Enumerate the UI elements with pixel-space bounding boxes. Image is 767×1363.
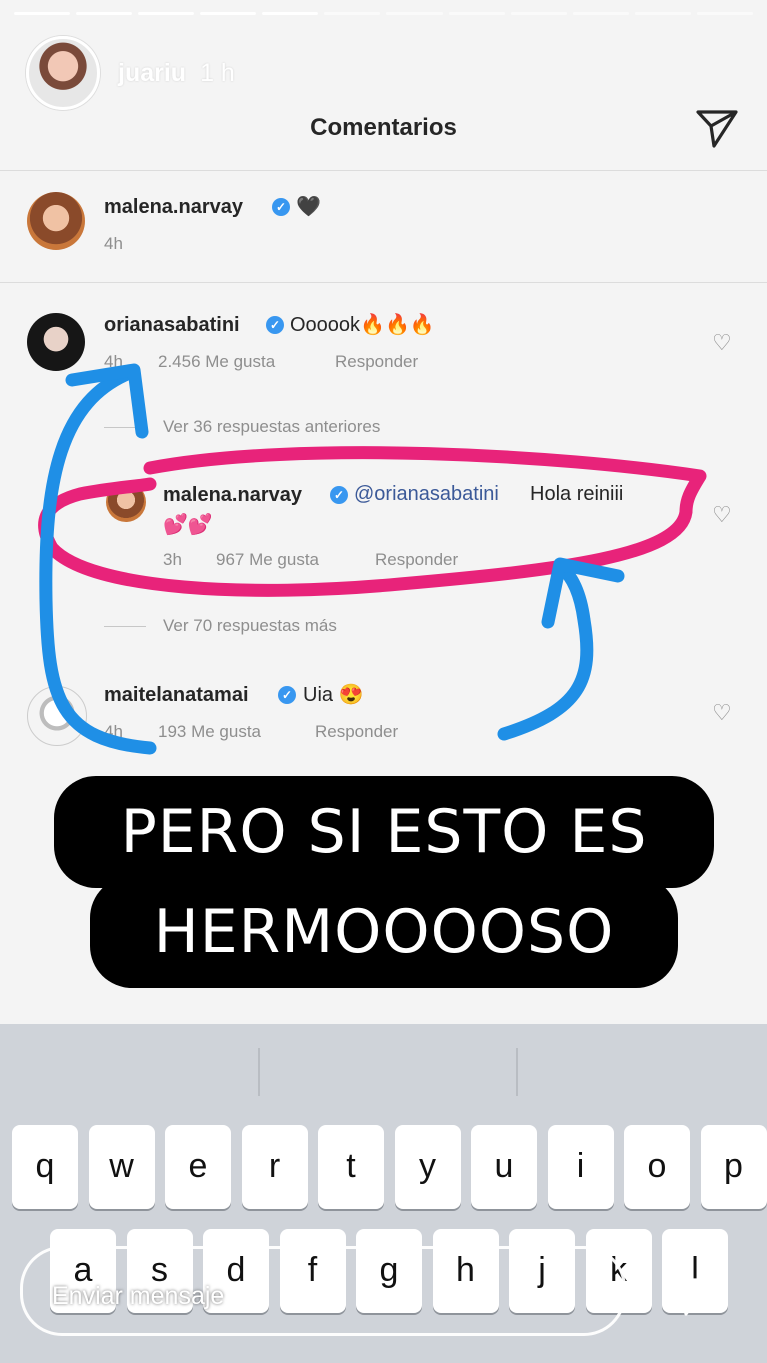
avatar[interactable] [106, 482, 146, 522]
send-icon[interactable] [694, 104, 740, 150]
view-more-replies[interactable]: Ver 70 respuestas más [163, 616, 337, 636]
comment-time: 4h [104, 234, 123, 253]
key-p[interactable]: p [700, 1125, 767, 1209]
comment-time: 3h [163, 550, 182, 569]
heart-icon[interactable]: ♡ [712, 700, 732, 726]
comment-emoji: 💕💕 [163, 514, 213, 536]
key-o[interactable]: o [624, 1125, 690, 1209]
caption-line: HERMOOOOSO [90, 876, 678, 988]
comment-username[interactable]: malena.narvay [163, 484, 302, 507]
story-time: 1 h [200, 58, 235, 87]
instagram-story: juariu 1 h Comentarios malena.narvay ✓ 🖤… [0, 0, 767, 1363]
divider [0, 282, 767, 283]
key-e[interactable]: e [165, 1125, 231, 1209]
divider [104, 427, 146, 428]
progress-segment [14, 12, 71, 15]
comment-mention[interactable]: @orianasabatini [354, 483, 499, 506]
caption-line: PERO SI ESTO ES [54, 776, 714, 888]
story-header[interactable]: juariu 1 h [26, 36, 235, 110]
reply-button[interactable]: Responder [375, 550, 458, 570]
verified-icon: ✓ [278, 686, 296, 704]
blue-arrow-drawing [497, 559, 594, 741]
progress-segment [696, 12, 753, 15]
key-t[interactable]: t [318, 1125, 384, 1209]
key-r[interactable]: r [241, 1125, 308, 1209]
suggestion-bar [0, 1024, 767, 1124]
message-placeholder[interactable]: Enviar mensaje [52, 1282, 224, 1311]
progress-segment [76, 12, 133, 15]
verified-icon: ✓ [330, 486, 348, 504]
pink-circle-drawing [38, 446, 707, 597]
comment-likes[interactable]: 2.456 Me gusta [158, 352, 275, 372]
avatar[interactable] [27, 686, 87, 746]
progress-segment [634, 12, 691, 15]
progress-segment [200, 12, 257, 15]
comment-time: 4h [104, 352, 123, 371]
progress-segment [386, 12, 443, 15]
reply-button[interactable]: Responder [335, 352, 418, 372]
comment-likes[interactable]: 193 Me gusta [158, 722, 261, 742]
comment-username[interactable]: orianasabatini [104, 314, 240, 337]
suggestion-divider [258, 1048, 260, 1096]
avatar[interactable] [27, 313, 85, 371]
progress-segment [262, 12, 319, 15]
verified-icon: ✓ [266, 316, 284, 334]
story-avatar[interactable] [26, 36, 100, 110]
verified-icon: ✓ [272, 198, 290, 216]
key-u[interactable]: u [471, 1125, 537, 1209]
progress-segment [448, 12, 505, 15]
comment-username[interactable]: malena.narvay [104, 196, 243, 219]
comment-text: Oooook🔥🔥🔥 [290, 314, 435, 336]
progress-segment [510, 12, 567, 15]
comment-likes[interactable]: 967 Me gusta [216, 550, 319, 570]
view-previous-replies[interactable]: Ver 36 respuestas anteriores [163, 417, 380, 437]
comment-text: 🖤 [296, 196, 321, 218]
blue-arrow-head [541, 557, 625, 629]
story-username[interactable]: juariu [118, 59, 186, 88]
blue-arrow-head [65, 363, 149, 439]
heart-icon[interactable]: ♡ [712, 330, 732, 356]
progress-segment [324, 12, 381, 15]
key-i[interactable]: i [547, 1125, 614, 1209]
comment-text: Hola reiniii [530, 483, 624, 505]
avatar[interactable] [27, 192, 85, 250]
heart-icon[interactable]: ♡ [712, 502, 732, 528]
key-w[interactable]: w [88, 1125, 155, 1209]
divider [0, 170, 767, 171]
reply-button[interactable]: Responder [315, 722, 398, 742]
key-y[interactable]: y [394, 1125, 461, 1209]
page-title: Comentarios [310, 114, 457, 141]
suggestion-divider [516, 1048, 518, 1096]
divider [104, 626, 146, 627]
send-message-icon[interactable] [666, 1272, 712, 1318]
comment-username[interactable]: maitelanatamai [104, 684, 249, 707]
comment-text: Uia 😍 [303, 684, 364, 706]
key-q[interactable]: q [12, 1125, 78, 1209]
story-progress-bar [14, 12, 753, 16]
progress-segment [138, 12, 195, 15]
comment-time: 4h [104, 722, 123, 741]
progress-segment [572, 12, 629, 15]
